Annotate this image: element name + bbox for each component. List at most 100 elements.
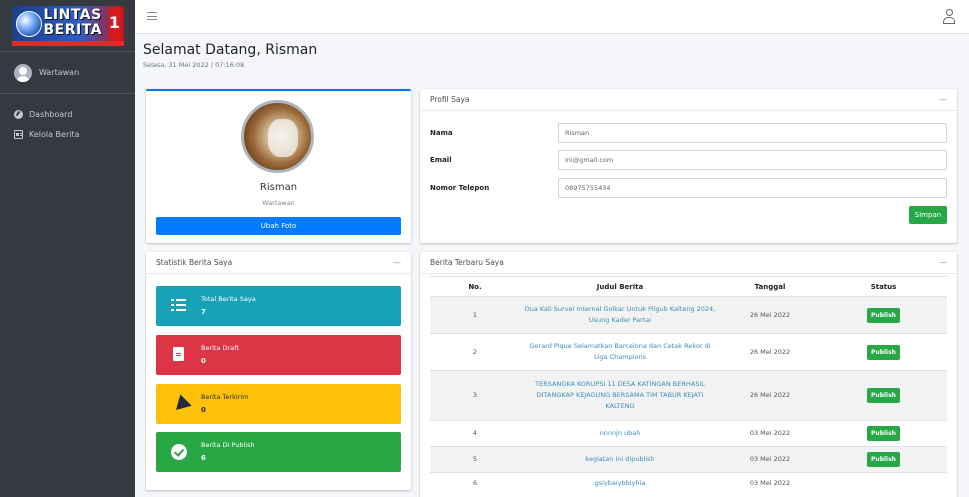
- profil-saya-header: Profil Saya —: [420, 89, 957, 111]
- row-judul-link[interactable]: Gerard Pique Selamatkan Barcelona dan Ce…: [520, 333, 720, 371]
- sidebar-user-role[interactable]: Wartawan: [39, 68, 79, 77]
- newspaper-icon: [14, 129, 23, 139]
- row-status-cell: [820, 472, 947, 495]
- logo-digit: 1: [108, 7, 121, 42]
- save-button[interactable]: Simpan: [909, 206, 947, 224]
- page-header: Selamat Datang, Risman Selasa, 31 Mei 20…: [143, 42, 317, 69]
- stat-value: 0: [201, 406, 206, 414]
- table-header-row: No. Judul Berita Tanggal Status: [430, 276, 947, 297]
- sidebar-item-dashboard[interactable]: Dashboard: [0, 104, 135, 124]
- status-badge: Publish: [867, 388, 900, 403]
- logo-strip: [11, 40, 124, 46]
- hamburger-icon[interactable]: [147, 12, 157, 20]
- logo-text: LINTAS BERITA: [43, 6, 103, 38]
- row-judul-link[interactable]: gsiybaiybbiyhia: [520, 472, 720, 495]
- table-row: 6 gsiybaiybbiyhia 03 Mei 2022: [430, 472, 947, 495]
- status-badge: Publish: [867, 452, 900, 467]
- status-badge: Publish: [867, 307, 900, 323]
- table-row: 5 kegiatan ini dipublish 03 Mei 2022 Pub…: [430, 446, 947, 473]
- row-status-cell: Publish: [820, 333, 947, 371]
- row-tanggal: 26 Mei 2022: [720, 370, 820, 421]
- profile-card: Risman Wartawan Ubah Foto: [146, 89, 411, 243]
- stat-berita-publish: Berita Di Publish 6: [156, 432, 401, 472]
- table-row: 4 nnnnjn ubah 03 Mei 2022 Publish: [430, 420, 947, 447]
- globe-icon: [15, 10, 42, 37]
- col-status: Status: [820, 276, 947, 297]
- row-judul-link[interactable]: kegiatan ini dipublish: [520, 446, 720, 473]
- profile-photo: [241, 100, 314, 173]
- user-icon[interactable]: [943, 9, 955, 24]
- email-label: Email: [430, 156, 452, 164]
- check-circle-icon: [171, 444, 187, 460]
- table-row: 2 Gerard Pique Selamatkan Barcelona dan …: [430, 333, 947, 371]
- form-row-email: Email ini@gmail.com: [430, 150, 947, 170]
- row-no: 6: [430, 472, 520, 495]
- nama-input[interactable]: Risman: [558, 123, 947, 143]
- stat-total-berita: Total Berita Saya 7: [156, 286, 401, 326]
- berita-terbaru-card: Berita Terbaru Saya — No. Judul Berita T…: [420, 252, 957, 497]
- top-navbar: [135, 0, 969, 34]
- stat-value: 6: [201, 454, 206, 462]
- telepon-label: Nomor Telepon: [430, 184, 490, 192]
- paper-plane-icon: [170, 394, 192, 416]
- row-judul-link[interactable]: Dua Kali Survei Internal Golkar Untuk Pi…: [520, 296, 720, 334]
- list-icon: [171, 298, 187, 314]
- col-no: No.: [430, 276, 520, 297]
- lintas-berita-logo[interactable]: LINTAS BERITA 1: [11, 5, 124, 46]
- berita-table: No. Judul Berita Tanggal Status 1 Dua Ka…: [430, 276, 947, 495]
- table-row: 1 Dua Kali Survei Internal Golkar Untuk …: [430, 296, 947, 334]
- collapse-icon[interactable]: —: [393, 258, 401, 267]
- row-no: 4: [430, 420, 520, 447]
- sidebar-item-kelola-berita[interactable]: Kelola Berita: [0, 124, 135, 144]
- profil-saya-card: Profil Saya — Nama Risman Email ini@gmai…: [420, 89, 957, 243]
- row-judul-link[interactable]: nnnnjn ubah: [520, 420, 720, 447]
- sidebar-user-panel[interactable]: Wartawan: [0, 52, 135, 94]
- page-title: Selamat Datang, Risman: [143, 42, 318, 58]
- sidebar-nav: Dashboard Kelola Berita: [0, 94, 135, 144]
- collapse-icon[interactable]: —: [939, 95, 947, 104]
- berita-header: Berita Terbaru Saya —: [420, 252, 957, 274]
- row-judul-link[interactable]: TERSANGKA KORUPSI 11 DESA KATINGAN BERHA…: [520, 370, 720, 421]
- nama-label: Nama: [430, 129, 453, 137]
- row-no: 3: [430, 370, 520, 421]
- table-row: 3 TERSANGKA KORUPSI 11 DESA KATINGAN BER…: [430, 370, 947, 421]
- dashboard-icon: [14, 109, 23, 119]
- file-icon: [173, 347, 184, 361]
- profile-role: Wartawan: [262, 199, 295, 207]
- row-tanggal: 26 Mei 2022: [720, 333, 820, 371]
- form-row-nama: Nama Risman: [430, 123, 947, 143]
- form-row-telepon: Nomor Telepon 08975755434: [430, 178, 947, 198]
- stat-value: 0: [201, 357, 206, 365]
- sidebar-item-label: Dashboard: [29, 109, 73, 119]
- card-title: Profil Saya: [430, 95, 470, 104]
- card-title: Berita Terbaru Saya: [430, 258, 504, 267]
- stat-berita-terkirim: Berita Terkirim 0: [156, 384, 401, 424]
- row-no: 5: [430, 446, 520, 473]
- row-status-cell: Publish: [820, 296, 947, 334]
- status-badge: Publish: [867, 344, 900, 360]
- stat-title: Berita Draft: [201, 344, 239, 352]
- row-tanggal: 03 Mei 2022: [720, 446, 820, 473]
- statistik-card: Statistik Berita Saya — Total Berita Say…: [146, 252, 411, 490]
- col-judul: Judul Berita: [520, 276, 720, 297]
- col-tanggal: Tanggal: [720, 276, 820, 297]
- logo-line1: LINTAS: [43, 6, 102, 23]
- sidebar: LINTAS BERITA 1 Wartawan Dashboard Kelol…: [0, 0, 135, 497]
- row-no: 2: [430, 333, 520, 371]
- telepon-input[interactable]: 08975755434: [558, 178, 947, 198]
- user-avatar-icon: [14, 63, 32, 82]
- row-no: 1: [430, 296, 520, 334]
- collapse-icon[interactable]: —: [939, 258, 947, 267]
- stat-value: 7: [201, 308, 206, 316]
- change-photo-button[interactable]: Ubah Foto: [156, 217, 401, 235]
- row-tanggal: 26 Mei 2022: [720, 296, 820, 334]
- statistik-header: Statistik Berita Saya —: [146, 252, 411, 274]
- profile-name: Risman: [259, 182, 298, 193]
- page-datetime: Selasa, 31 Mei 2022 / 07:16:08: [143, 61, 245, 69]
- logo-area[interactable]: LINTAS BERITA 1: [0, 0, 135, 52]
- row-status-cell: Publish: [820, 370, 947, 421]
- row-status-cell: Publish: [820, 420, 947, 447]
- email-input[interactable]: ini@gmail.com: [558, 150, 947, 170]
- status-badge: Publish: [867, 426, 900, 441]
- logo-line2: BERITA: [43, 21, 103, 38]
